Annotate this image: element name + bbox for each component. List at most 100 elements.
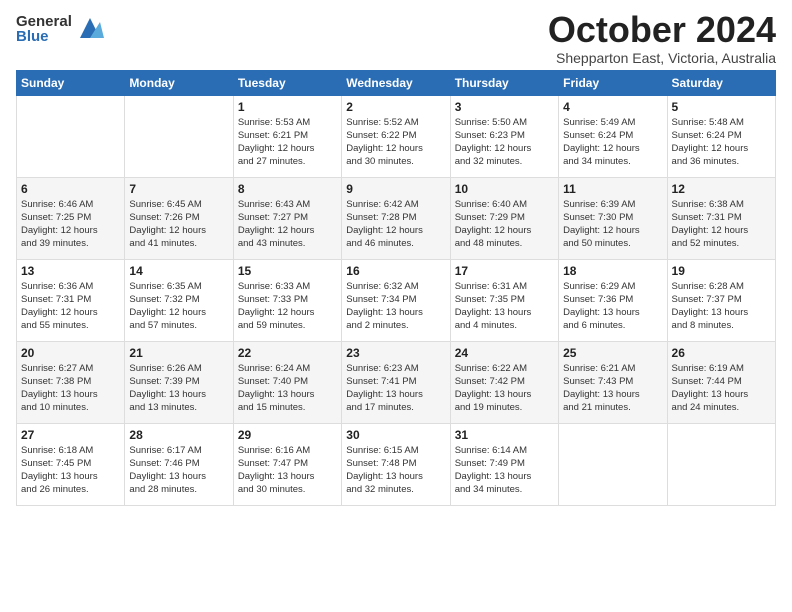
day-cell: 14 Sunrise: 6:35 AM Sunset: 7:32 PM Dayli… [125,259,233,341]
day-number: 11 [563,182,662,196]
day-number: 16 [346,264,445,278]
day-info: Sunrise: 6:46 AM Sunset: 7:25 PM Dayligh… [21,198,120,251]
day-cell: 17 Sunrise: 6:31 AM Sunset: 7:35 PM Dayli… [450,259,558,341]
day-number: 13 [21,264,120,278]
day-number: 22 [238,346,337,360]
day-info: Sunrise: 6:23 AM Sunset: 7:41 PM Dayligh… [346,362,445,415]
day-number: 26 [672,346,771,360]
day-info: Sunrise: 6:42 AM Sunset: 7:28 PM Dayligh… [346,198,445,251]
title-month: October 2024 [548,10,776,50]
logo: General Blue [16,14,104,44]
day-cell: 12Sunrise: 6:38 AM Sunset: 7:31 PM Dayli… [667,177,775,259]
day-cell: 24 Sunrise: 6:22 AM Sunset: 7:42 PM Dayli… [450,341,558,423]
day-cell: 28 Sunrise: 6:17 AM Sunset: 7:46 PM Dayli… [125,423,233,505]
day-info: Sunrise: 6:32 AM Sunset: 7:34 PM Dayligh… [346,280,445,333]
day-number: 14 [129,264,228,278]
day-cell: 8Sunrise: 6:43 AM Sunset: 7:27 PM Daylig… [233,177,341,259]
calendar-table: SundayMondayTuesdayWednesdayThursdayFrid… [16,70,776,506]
day-cell [125,95,233,177]
day-cell: 15 Sunrise: 6:33 AM Sunset: 7:33 PM Dayli… [233,259,341,341]
day-cell: 25 Sunrise: 6:21 AM Sunset: 7:43 PM Dayli… [559,341,667,423]
day-cell: 29 Sunrise: 6:16 AM Sunset: 7:47 PM Dayli… [233,423,341,505]
week-row-3: 13Sunrise: 6:36 AM Sunset: 7:31 PM Dayli… [17,259,776,341]
weekday-header-sunday: Sunday [17,70,125,95]
day-cell [559,423,667,505]
weekday-header-row: SundayMondayTuesdayWednesdayThursdayFrid… [17,70,776,95]
day-cell: 9 Sunrise: 6:42 AM Sunset: 7:28 PM Daylig… [342,177,450,259]
weekday-header-wednesday: Wednesday [342,70,450,95]
logo-text: General Blue [16,14,72,44]
day-info: Sunrise: 6:21 AM Sunset: 7:43 PM Dayligh… [563,362,662,415]
week-row-2: 6 Sunrise: 6:46 AM Sunset: 7:25 PM Daylig… [17,177,776,259]
day-number: 24 [455,346,554,360]
header: General Blue October 2024 Shepparton Eas… [16,10,776,66]
day-cell: 16 Sunrise: 6:32 AM Sunset: 7:34 PM Dayli… [342,259,450,341]
logo-blue: Blue [16,29,72,44]
day-info: Sunrise: 6:14 AM Sunset: 7:49 PM Dayligh… [455,444,554,497]
day-info: Sunrise: 6:22 AM Sunset: 7:42 PM Dayligh… [455,362,554,415]
day-number: 29 [238,428,337,442]
day-number: 7 [129,182,228,196]
day-number: 9 [346,182,445,196]
day-cell: 26 Sunrise: 6:19 AM Sunset: 7:44 PM Dayli… [667,341,775,423]
weekday-header-tuesday: Tuesday [233,70,341,95]
day-cell: 2Sunrise: 5:52 AM Sunset: 6:22 PM Daylig… [342,95,450,177]
day-cell: 19 Sunrise: 6:28 AM Sunset: 7:37 PM Dayli… [667,259,775,341]
day-info: Sunrise: 5:53 AM Sunset: 6:21 PM Dayligh… [238,116,337,169]
day-number: 1 [238,100,337,114]
day-info: Sunrise: 6:28 AM Sunset: 7:37 PM Dayligh… [672,280,771,333]
weekday-header-monday: Monday [125,70,233,95]
day-cell: 21 Sunrise: 6:26 AM Sunset: 7:39 PM Dayli… [125,341,233,423]
title-block: October 2024 Shepparton East, Victoria, … [548,10,776,66]
day-number: 17 [455,264,554,278]
day-info: Sunrise: 6:18 AM Sunset: 7:45 PM Dayligh… [21,444,120,497]
day-cell: 27 Sunrise: 6:18 AM Sunset: 7:45 PM Dayli… [17,423,125,505]
day-info: Sunrise: 6:19 AM Sunset: 7:44 PM Dayligh… [672,362,771,415]
day-number: 31 [455,428,554,442]
day-number: 5 [672,100,771,114]
day-cell: 30 Sunrise: 6:15 AM Sunset: 7:48 PM Dayli… [342,423,450,505]
day-cell: 4Sunrise: 5:49 AM Sunset: 6:24 PM Daylig… [559,95,667,177]
day-info: Sunrise: 6:17 AM Sunset: 7:46 PM Dayligh… [129,444,228,497]
day-number: 20 [21,346,120,360]
day-number: 12 [672,182,771,196]
day-info: Sunrise: 5:52 AM Sunset: 6:22 PM Dayligh… [346,116,445,169]
day-number: 15 [238,264,337,278]
day-number: 28 [129,428,228,442]
day-info: Sunrise: 6:29 AM Sunset: 7:36 PM Dayligh… [563,280,662,333]
day-info: Sunrise: 6:16 AM Sunset: 7:47 PM Dayligh… [238,444,337,497]
week-row-5: 27 Sunrise: 6:18 AM Sunset: 7:45 PM Dayli… [17,423,776,505]
day-cell [667,423,775,505]
day-cell [17,95,125,177]
day-number: 21 [129,346,228,360]
day-info: Sunrise: 6:26 AM Sunset: 7:39 PM Dayligh… [129,362,228,415]
day-cell: 20 Sunrise: 6:27 AM Sunset: 7:38 PM Dayli… [17,341,125,423]
day-number: 19 [672,264,771,278]
day-number: 6 [21,182,120,196]
day-info: Sunrise: 6:27 AM Sunset: 7:38 PM Dayligh… [21,362,120,415]
day-cell: 5 Sunrise: 5:48 AM Sunset: 6:24 PM Daylig… [667,95,775,177]
day-cell: 22 Sunrise: 6:24 AM Sunset: 7:40 PM Dayli… [233,341,341,423]
day-info: Sunrise: 6:31 AM Sunset: 7:35 PM Dayligh… [455,280,554,333]
day-cell: 6 Sunrise: 6:46 AM Sunset: 7:25 PM Daylig… [17,177,125,259]
day-info: Sunrise: 6:39 AM Sunset: 7:30 PM Dayligh… [563,198,662,251]
day-number: 4 [563,100,662,114]
day-info: Sunrise: 6:33 AM Sunset: 7:33 PM Dayligh… [238,280,337,333]
day-number: 27 [21,428,120,442]
logo-icon [76,14,104,42]
page: General Blue October 2024 Shepparton Eas… [0,0,792,612]
day-cell: 7Sunrise: 6:45 AM Sunset: 7:26 PM Daylig… [125,177,233,259]
day-info: Sunrise: 6:43 AM Sunset: 7:27 PM Dayligh… [238,198,337,251]
day-info: Sunrise: 5:50 AM Sunset: 6:23 PM Dayligh… [455,116,554,169]
day-info: Sunrise: 6:35 AM Sunset: 7:32 PM Dayligh… [129,280,228,333]
day-number: 25 [563,346,662,360]
week-row-1: 1 Sunrise: 5:53 AM Sunset: 6:21 PM Daylig… [17,95,776,177]
day-number: 18 [563,264,662,278]
day-info: Sunrise: 6:24 AM Sunset: 7:40 PM Dayligh… [238,362,337,415]
day-number: 30 [346,428,445,442]
weekday-header-saturday: Saturday [667,70,775,95]
week-row-4: 20 Sunrise: 6:27 AM Sunset: 7:38 PM Dayli… [17,341,776,423]
day-info: Sunrise: 5:48 AM Sunset: 6:24 PM Dayligh… [672,116,771,169]
day-number: 3 [455,100,554,114]
day-info: Sunrise: 6:15 AM Sunset: 7:48 PM Dayligh… [346,444,445,497]
